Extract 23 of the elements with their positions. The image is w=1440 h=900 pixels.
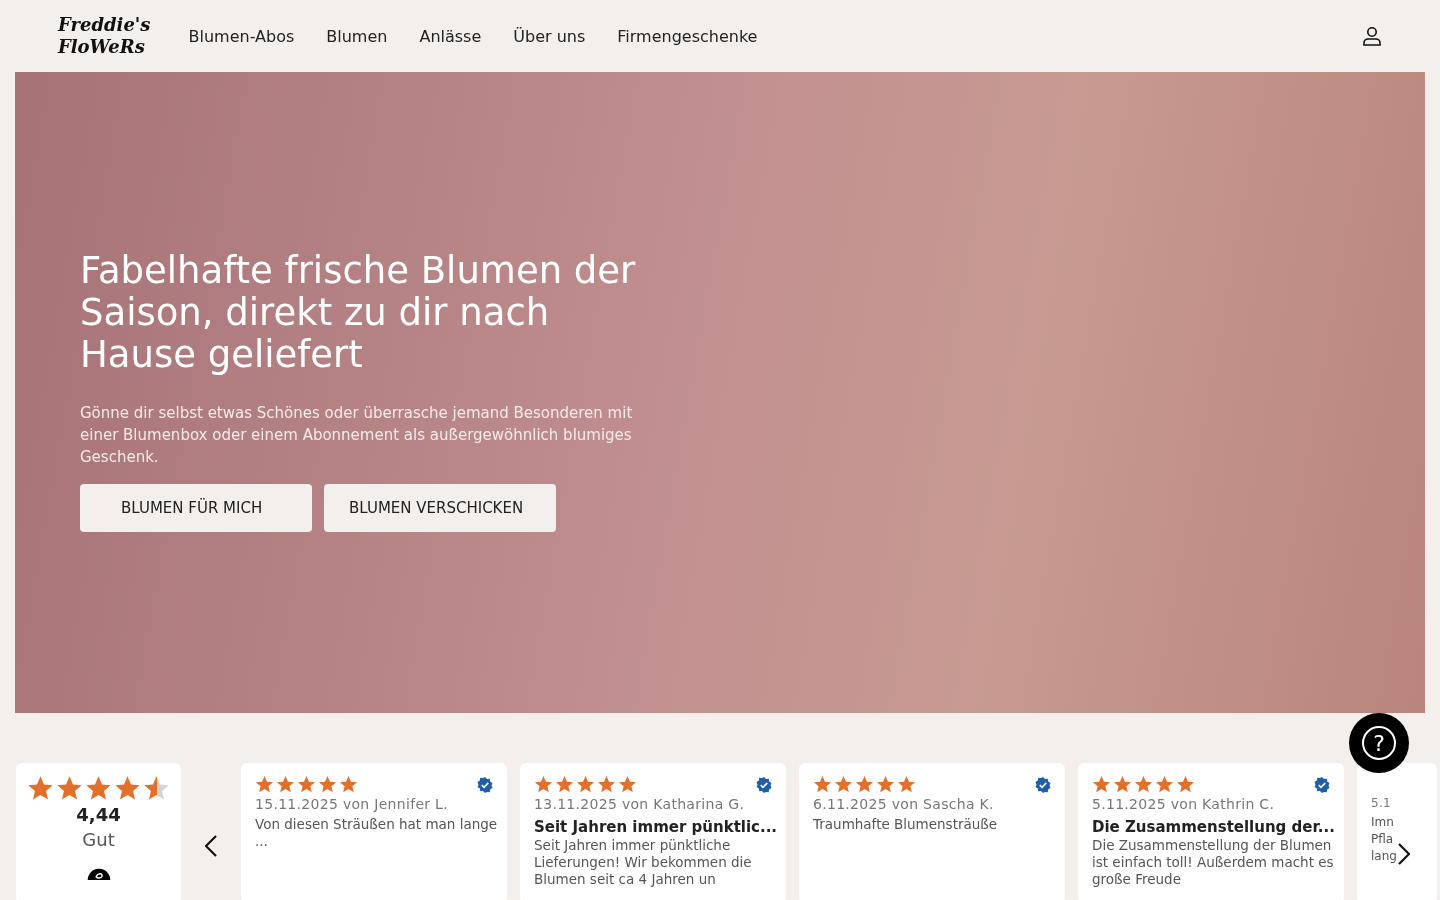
review-meta: 13.11.2025 von Katharina G. xyxy=(534,796,746,812)
review-meta: 5.1 xyxy=(1371,796,1392,810)
cta-button[interactable]: BLUMEN VERSCHICKEN xyxy=(324,484,556,532)
rating-label: Gut xyxy=(82,829,115,850)
review-text: Von diesen Sträußen hat man lange ... xyxy=(255,816,499,850)
help-button[interactable]: ? xyxy=(1349,713,1409,773)
nav-link[interactable]: Blumen-Abos xyxy=(188,26,295,46)
nav-link[interactable]: Anlässe xyxy=(419,26,482,46)
review-text: Traumhafte Blumensträuße xyxy=(813,816,999,833)
nav-link[interactable]: Über uns xyxy=(513,26,586,46)
hero-heading: Fabelhafte frische Blumen der Saison, direkt zu dir nach Hause geliefert xyxy=(80,250,637,376)
nav-link[interactable]: Firmengeschenke xyxy=(617,26,758,46)
review-text: Seit Jahren immer pünktliche Lieferungen! Wir bekommen die Blumen seit ca 4 Jahren un xyxy=(534,837,753,888)
nav-link[interactable]: Blumen xyxy=(326,26,388,46)
rating-score: 4,44 xyxy=(76,804,121,825)
review-meta: 5.11.2025 von Kathrin C. xyxy=(1092,796,1276,812)
review-text: Die Zusammenstellung der Blumen ist einfach toll! Außerdem macht es große Freude xyxy=(1092,837,1335,888)
review-meta: 6.11.2025 von Sascha K. xyxy=(813,796,995,812)
cta-button[interactable]: BLUMEN FÜR MICH xyxy=(80,484,312,532)
review-text: Imn Pfla lang xyxy=(1371,814,1398,865)
logo[interactable]: Freddie's FloWeRs xyxy=(58,14,151,58)
hero-text: Gönne dir selbst etwas Schönes oder überrasche jemand Besonderen mit einer Blumenbox oder einem Abonnement als außergewöhnlich blumiges Geschenk. xyxy=(80,403,634,468)
review-meta: 15.11.2025 von Jennifer L. xyxy=(255,796,449,812)
